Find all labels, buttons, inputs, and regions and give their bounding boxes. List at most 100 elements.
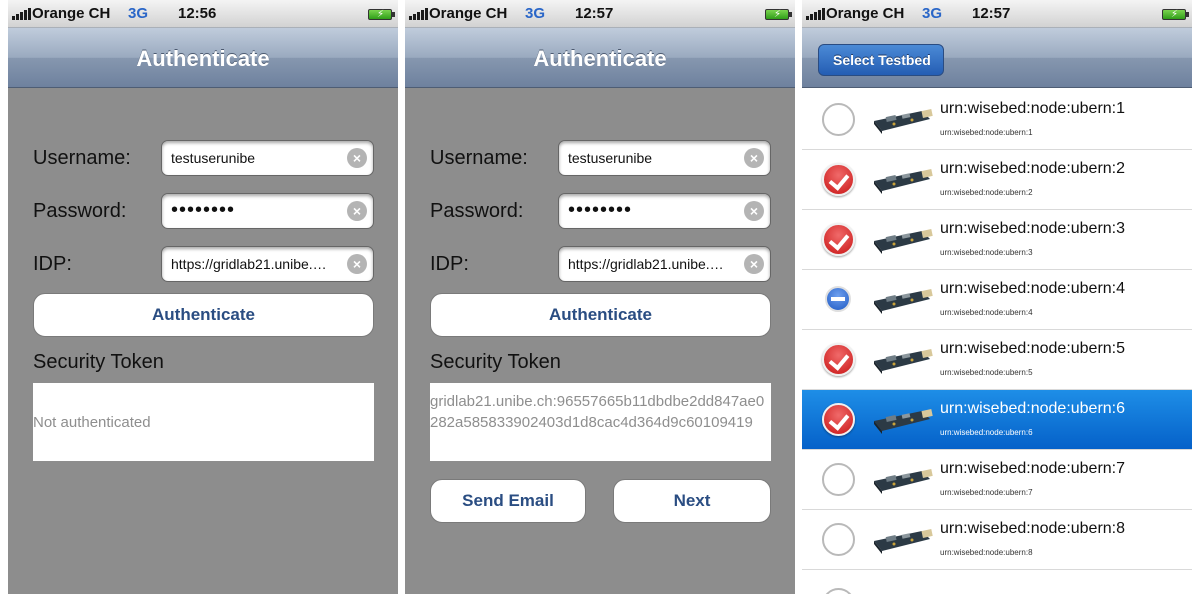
auth-screen-initial: Orange CH 3G 12:56 ⚡ Authenticate Userna…	[8, 0, 398, 594]
sensor-node-icon	[872, 167, 934, 195]
idp-label: IDP:	[33, 253, 72, 275]
node-subtitle: urn:wisebed:node:ubern:7	[940, 488, 1033, 497]
list-item[interactable]: urn:wisebed:node:ubern:2 urn:wisebed:node…	[802, 150, 1192, 210]
status-bar: Orange CH 3G 12:57 ⚡	[405, 0, 795, 28]
list-item[interactable]: urn:wisebed:node:ubern:5 urn:wisebed:node…	[802, 330, 1192, 390]
sensor-node-icon	[872, 407, 934, 435]
authenticate-button[interactable]: Authenticate	[430, 293, 771, 337]
nav-bar: Select Testbed	[802, 28, 1192, 88]
list-item[interactable]: urn:wisebed:node:ubern:6 urn:wisebed:node…	[802, 390, 1192, 450]
security-token-label: Security Token	[33, 351, 164, 373]
idp-label: IDP:	[430, 253, 469, 275]
list-item[interactable]: urn:wisebed:node:ubern:7 urn:wisebed:node…	[802, 450, 1192, 510]
clear-icon[interactable]: ×	[347, 254, 367, 274]
node-title: urn:wisebed:node:ubern:3	[940, 220, 1126, 237]
sensor-node-icon	[872, 287, 934, 315]
username-label: Username:	[430, 147, 528, 169]
auth-screen-authenticated: Orange CH 3G 12:57 ⚡ Authenticate Userna…	[405, 0, 795, 594]
checkbox-empty-icon[interactable]	[822, 103, 855, 136]
node-subtitle: urn:wisebed:node:ubern:3	[940, 248, 1033, 257]
battery-charging-icon: ⚡	[368, 9, 395, 20]
network-type: 3G	[922, 5, 943, 22]
checkbox-empty-icon[interactable]	[822, 463, 855, 496]
idp-value: https://gridlab21.unibe.…	[171, 256, 327, 272]
password-label: Password:	[430, 200, 524, 222]
sensor-node-icon	[872, 347, 934, 375]
username-value: testuserunibe	[568, 150, 653, 166]
checkmark-icon[interactable]	[822, 223, 855, 256]
list-item[interactable]: urn:wisebed:node:ubern:4 urn:wisebed:node…	[802, 270, 1192, 330]
username-value: testuserunibe	[171, 150, 256, 166]
node-subtitle: urn:wisebed:node:ubern:2	[940, 188, 1033, 197]
checkmark-icon[interactable]	[822, 343, 855, 376]
clock: 12:57	[575, 5, 614, 22]
node-subtitle: urn:wisebed:node:ubern:6	[940, 428, 1033, 437]
username-field[interactable]: testuserunibe ×	[558, 140, 771, 176]
battery-charging-icon: ⚡	[1162, 9, 1189, 20]
password-label: Password:	[33, 200, 127, 222]
node-title: urn:wisebed:node:ubern:4	[940, 280, 1126, 297]
nav-title: Authenticate	[136, 46, 270, 71]
signal-icon	[12, 8, 32, 20]
sensor-node-icon	[872, 467, 934, 495]
next-button[interactable]: Next	[613, 479, 771, 523]
back-button[interactable]: Select Testbed	[818, 44, 944, 76]
node-subtitle: urn:wisebed:node:ubern:5	[940, 368, 1033, 377]
sensor-node-icon	[872, 527, 934, 555]
idp-field[interactable]: https://gridlab21.unibe.… ×	[161, 246, 374, 282]
sensor-node-icon	[872, 227, 934, 255]
security-token-text: Not authenticated	[33, 414, 151, 431]
security-token-label: Security Token	[430, 351, 561, 373]
node-subtitle: urn:wisebed:node:ubern:4	[940, 308, 1033, 317]
list-item[interactable]: urn:wisebed:node:ubern:8 urn:wisebed:node…	[802, 510, 1192, 570]
node-title: urn:wisebed:node:ubern:6	[940, 400, 1126, 417]
battery-charging-icon: ⚡	[765, 9, 792, 20]
node-subtitle: urn:wisebed:node:ubern:1	[940, 128, 1033, 137]
signal-icon	[806, 8, 826, 20]
status-bar: Orange CH 3G 12:56 ⚡	[8, 0, 398, 28]
clock: 12:57	[972, 5, 1011, 22]
clear-icon[interactable]: ×	[744, 148, 764, 168]
checkmark-icon[interactable]	[822, 163, 855, 196]
password-field[interactable]: •••••••• ×	[558, 193, 771, 229]
checkmark-icon[interactable]	[822, 403, 855, 436]
carrier-name: Orange CH	[32, 5, 111, 22]
password-field[interactable]: •••••••• ×	[161, 193, 374, 229]
signal-icon	[409, 8, 429, 20]
node-title: urn:wisebed:node:ubern:5	[940, 340, 1126, 357]
carrier-name: Orange CH	[429, 5, 508, 22]
security-token-box: gridlab21.unibe.ch:96557665b11dbdbe2dd84…	[430, 383, 771, 461]
clock: 12:56	[178, 5, 217, 22]
idp-field[interactable]: https://gridlab21.unibe.… ×	[558, 246, 771, 282]
clear-icon[interactable]: ×	[744, 201, 764, 221]
carrier-name: Orange CH	[826, 5, 905, 22]
clear-icon[interactable]: ×	[347, 148, 367, 168]
node-title: urn:wisebed:node:ubern:2	[940, 160, 1126, 177]
username-field[interactable]: testuserunibe ×	[161, 140, 374, 176]
security-token-text: gridlab21.unibe.ch:96557665b11dbdbe2dd84…	[430, 393, 765, 431]
node-selection-screen: Orange CH 3G 12:57 ⚡ Select Testbed urn:…	[802, 0, 1192, 594]
list-item[interactable]: urn:wisebed:node:ubern:3 urn:wisebed:node…	[802, 210, 1192, 270]
username-label: Username:	[33, 147, 131, 169]
back-button-label: Select Testbed	[833, 52, 931, 68]
node-title: urn:wisebed:node:ubern:1	[940, 100, 1126, 117]
list-item[interactable]: urn:wisebed:node:ubern:1 urn:wisebed:node…	[802, 90, 1192, 150]
authenticate-button[interactable]: Authenticate	[33, 293, 374, 337]
checkbox-empty-icon[interactable]	[822, 523, 855, 556]
list-row-partial	[802, 580, 1192, 594]
nav-title: Authenticate	[533, 46, 667, 71]
node-subtitle: urn:wisebed:node:ubern:8	[940, 548, 1033, 557]
send-email-button[interactable]: Send Email	[430, 479, 586, 523]
nav-bar: Authenticate	[8, 28, 398, 88]
nav-bar: Authenticate	[405, 28, 795, 88]
password-value: ••••••••	[171, 199, 236, 221]
sensor-node-icon	[872, 107, 934, 135]
clear-icon[interactable]: ×	[347, 201, 367, 221]
minus-icon[interactable]	[825, 286, 851, 312]
status-bar: Orange CH 3G 12:57 ⚡	[802, 0, 1192, 28]
password-value: ••••••••	[568, 199, 633, 221]
checkbox-empty-icon[interactable]	[822, 588, 855, 594]
security-token-box: Not authenticated	[33, 383, 374, 461]
network-type: 3G	[128, 5, 149, 22]
clear-icon[interactable]: ×	[744, 254, 764, 274]
